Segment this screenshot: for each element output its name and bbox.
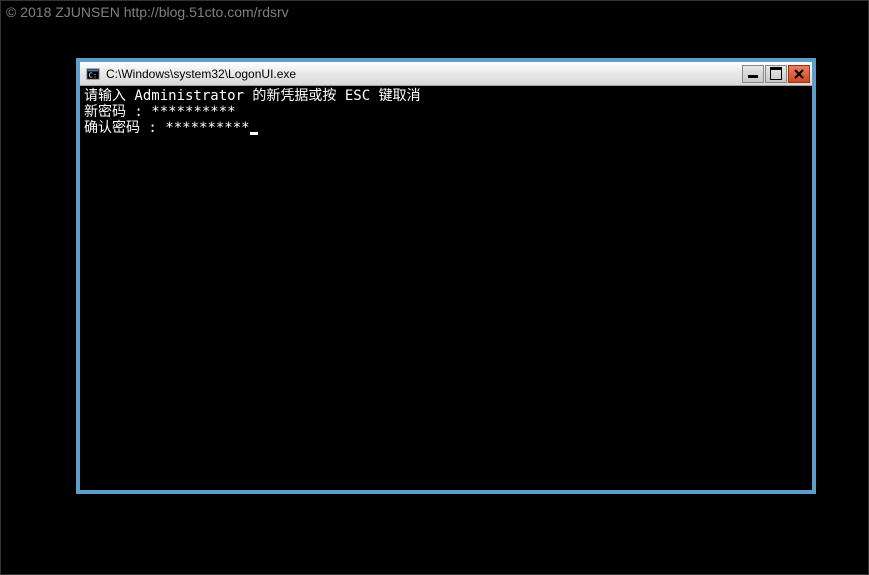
prompt-line: 请输入 Administrator 的新凭据或按 ESC 键取消 [84, 88, 808, 104]
window-title: C:\Windows\system32\LogonUI.exe [106, 67, 742, 81]
maximize-button[interactable] [765, 65, 787, 83]
confirm-password-label: 确认密码 : [84, 120, 165, 136]
close-button[interactable] [788, 65, 810, 83]
svg-text:C:: C: [89, 71, 97, 79]
confirm-password-line: 确认密码 : ********** [84, 120, 808, 136]
minimize-button[interactable] [742, 65, 764, 83]
titlebar[interactable]: C: C:\Windows\system32\LogonUI.exe [80, 62, 812, 86]
new-password-value: ********** [151, 104, 235, 120]
console-output[interactable]: 请输入 Administrator 的新凭据或按 ESC 键取消新密码 : **… [80, 86, 812, 490]
app-icon: C: [86, 67, 100, 81]
confirm-password-value: ********** [165, 120, 249, 136]
new-password-line: 新密码 : ********** [84, 104, 808, 120]
watermark-text: © 2018 ZJUNSEN http://blog.51cto.com/rds… [6, 4, 289, 20]
console-window: C: C:\Windows\system32\LogonUI.exe 请输入 A… [76, 58, 816, 494]
new-password-label: 新密码 : [84, 104, 151, 120]
cursor-icon [250, 132, 258, 135]
window-controls [742, 65, 810, 83]
